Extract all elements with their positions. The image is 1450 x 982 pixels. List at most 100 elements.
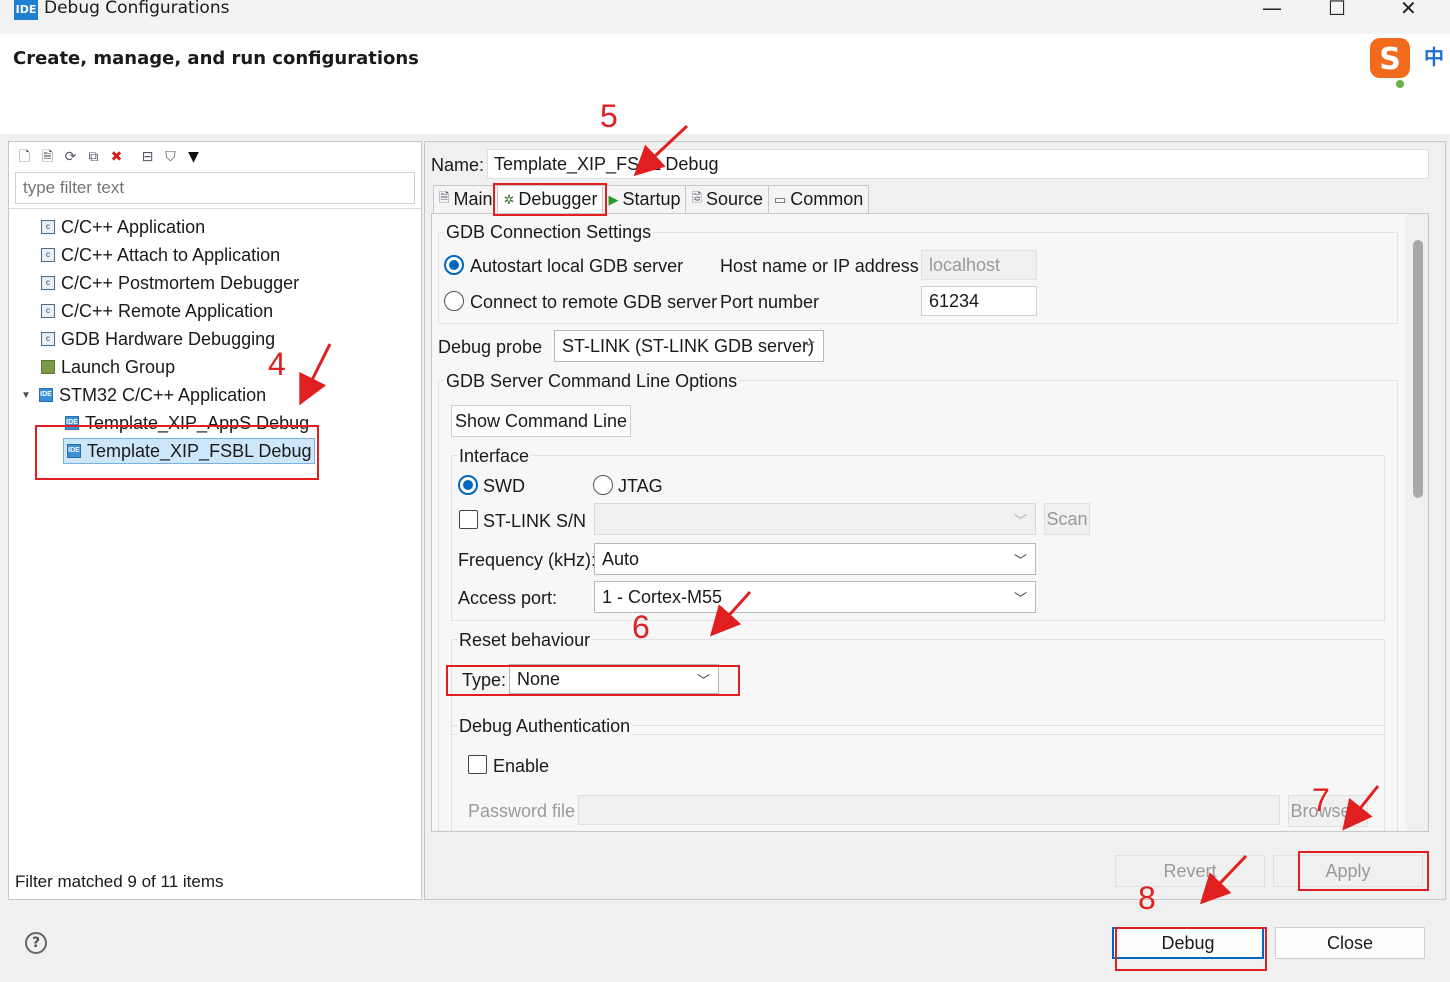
- collapse-all-icon[interactable]: ⊟: [138, 148, 157, 167]
- tab-startup[interactable]: ▶ Startup: [602, 185, 687, 213]
- tree-item-label: C/C++ Remote Application: [61, 300, 274, 321]
- play-icon: ▶: [608, 191, 619, 207]
- host-input[interactable]: localhost: [921, 250, 1037, 280]
- annotation-box-5: [493, 183, 607, 216]
- tree-item-cpp-attach[interactable]: c C/C++ Attach to Application: [41, 242, 280, 268]
- dialog-header: Create, manage, and run configurations S…: [0, 34, 1450, 134]
- source-icon: 🗟: [691, 189, 702, 205]
- new-prototype-icon[interactable]: 🗎: [38, 148, 57, 167]
- access-port-value: 1 - Cortex-M55: [602, 586, 723, 607]
- port-input[interactable]: 61234: [921, 286, 1037, 316]
- tree-item-label: STM32 C/C++ Application: [59, 384, 267, 405]
- debug-auth-title: Debug Authentication: [457, 716, 633, 737]
- close-window-button[interactable]: ✕: [1400, 0, 1417, 20]
- config-tree: c C/C++ Application c C/C++ Attach to Ap…: [9, 208, 421, 464]
- jtag-radio[interactable]: [593, 475, 613, 495]
- port-value: 61234: [929, 290, 980, 311]
- scrollbar-thumb[interactable]: [1413, 240, 1423, 498]
- debug-probe-value: ST-LINK (ST-LINK GDB server): [562, 335, 815, 356]
- password-file-input[interactable]: [578, 795, 1280, 825]
- chevron-down-icon: ﹀: [1013, 553, 1027, 568]
- stlink-sn-checkbox[interactable]: [459, 510, 478, 529]
- gdb-connection-title: GDB Connection Settings: [444, 222, 654, 243]
- config-toolbar: 🗋 🗎 ⟳ ⧉ ✖ ⊟ ⛉ ▼: [15, 146, 203, 168]
- view-menu-chevron-icon[interactable]: ▼: [184, 148, 203, 167]
- chevron-down-icon: ﹀: [1013, 513, 1027, 528]
- stlink-sn-label: ST-LINK S/N: [483, 511, 587, 531]
- delete-config-icon[interactable]: ✖: [107, 148, 126, 167]
- filter-icon[interactable]: ⛉: [161, 148, 180, 167]
- expand-chevron-icon[interactable]: ▼: [19, 390, 33, 401]
- annotation-box-7: [1298, 851, 1429, 891]
- chevron-down-icon: ﹀: [1013, 591, 1027, 606]
- ime-mode-label: 中: [1424, 45, 1444, 69]
- close-button[interactable]: Close: [1275, 927, 1425, 959]
- chevron-down-icon: ﹀: [801, 340, 815, 355]
- tree-item-label: C/C++ Attach to Application: [61, 244, 281, 265]
- stlink-sn-select[interactable]: ﹀: [594, 503, 1036, 535]
- name-input[interactable]: Template_XIP_FSBL Debug: [487, 149, 1429, 179]
- tree-item-launch-group[interactable]: Launch Group: [41, 354, 175, 380]
- tab-source[interactable]: 🗟 Source: [685, 185, 769, 213]
- tree-item-label: C/C++ Application: [61, 216, 206, 237]
- svg-text:S: S: [1379, 42, 1401, 77]
- tree-item-cpp-application[interactable]: c C/C++ Application: [41, 214, 205, 240]
- debug-probe-label: Debug probe: [438, 337, 543, 357]
- maximize-button[interactable]: ☐: [1328, 0, 1346, 20]
- debug-probe-select[interactable]: ST-LINK (ST-LINK GDB server) ﹀: [554, 330, 824, 362]
- enable-auth-checkbox[interactable]: [468, 755, 487, 774]
- show-command-line-button[interactable]: Show Command Line: [451, 405, 631, 437]
- annotation-number: 8: [1138, 880, 1156, 916]
- export-config-icon[interactable]: ⟳: [61, 148, 80, 167]
- autostart-radio[interactable]: [444, 255, 464, 275]
- connect-remote-label: Connect to remote GDB server: [470, 292, 718, 312]
- common-icon: ▭: [773, 191, 787, 207]
- stm32-ide-icon: IDE: [39, 388, 53, 402]
- frequency-value: Auto: [602, 548, 640, 569]
- minimize-button[interactable]: —: [1262, 0, 1282, 20]
- c-config-icon: c: [41, 332, 55, 346]
- annotation-box-4: [35, 425, 319, 480]
- name-value: Template_XIP_FSBL Debug: [494, 153, 719, 174]
- annotation-number: 7: [1312, 782, 1330, 818]
- new-config-icon[interactable]: 🗋: [15, 148, 34, 167]
- host-value: localhost: [929, 254, 1001, 275]
- ime-sogou-icon[interactable]: S 中: [1370, 36, 1450, 96]
- password-file-label: Password file: [468, 801, 576, 821]
- title-bar: IDE Debug Configurations — ☐ ✕: [0, 0, 1450, 34]
- interface-title: Interface: [457, 446, 532, 467]
- annotation-box-8: [1115, 927, 1267, 971]
- tree-item-cpp-postmortem[interactable]: c C/C++ Postmortem Debugger: [41, 270, 299, 296]
- tab-main[interactable]: 🗎 Main: [433, 185, 499, 213]
- scan-button[interactable]: Scan: [1044, 503, 1090, 535]
- c-config-icon: c: [41, 276, 55, 290]
- access-port-select[interactable]: 1 - Cortex-M55 ﹀: [594, 581, 1036, 613]
- annotation-box-6: [446, 665, 740, 696]
- launch-group-icon: [41, 360, 55, 374]
- annotation-number: 6: [632, 609, 650, 645]
- tree-item-stm32-application[interactable]: ▼ IDE STM32 C/C++ Application: [19, 382, 266, 408]
- filter-input[interactable]: [15, 172, 415, 204]
- c-config-icon: c: [41, 220, 55, 234]
- swd-label: SWD: [483, 476, 525, 496]
- tab-label: Source: [705, 189, 763, 209]
- tab-common[interactable]: ▭ Common: [767, 185, 870, 213]
- tree-item-gdb-hardware[interactable]: c GDB Hardware Debugging: [41, 326, 275, 352]
- swd-radio[interactable]: [458, 475, 478, 495]
- annotation-number: 5: [600, 98, 618, 134]
- host-label: Host name or IP address: [720, 256, 919, 276]
- frequency-label: Frequency (kHz):: [458, 550, 597, 570]
- tree-item-cpp-remote[interactable]: c C/C++ Remote Application: [41, 298, 273, 324]
- jtag-label: JTAG: [618, 476, 663, 496]
- help-icon[interactable]: ?: [25, 932, 47, 954]
- duplicate-config-icon[interactable]: ⧉: [84, 148, 103, 167]
- autostart-label: Autostart local GDB server: [470, 256, 684, 276]
- tab-scrollbar[interactable]: [1406, 214, 1428, 831]
- connect-remote-radio[interactable]: [444, 291, 464, 311]
- frequency-select[interactable]: Auto ﹀: [594, 543, 1036, 575]
- configuration-editor-pane: Name: Template_XIP_FSBL Debug 🗎 Main ✲ D…: [424, 141, 1446, 900]
- dialog-heading: Create, manage, and run configurations: [13, 48, 419, 69]
- debugger-tab-content: GDB Connection Settings Autostart local …: [431, 213, 1429, 832]
- c-config-icon: c: [41, 304, 55, 318]
- configuration-list-pane: 🗋 🗎 ⟳ ⧉ ✖ ⊟ ⛉ ▼ c C/C++ Application c C/…: [8, 141, 422, 900]
